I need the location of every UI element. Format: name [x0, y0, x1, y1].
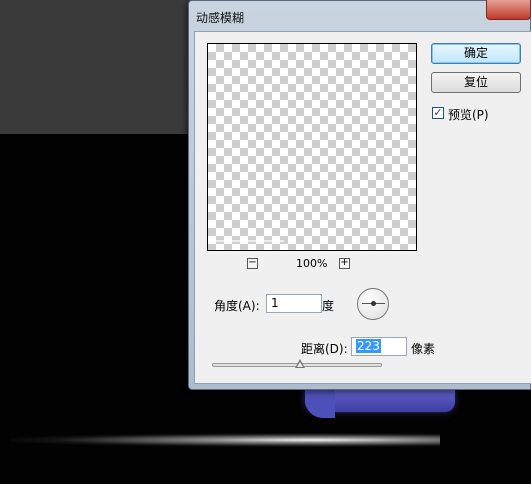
- reset-button[interactable]: 复位: [431, 72, 521, 93]
- distance-label: 距离(D):: [301, 342, 348, 356]
- preview-blur-mark: [214, 240, 284, 242]
- preview-zoom-level: 100%: [296, 257, 328, 270]
- angle-dial-center: [371, 301, 376, 306]
- motion-blur-dialog: 动感模糊 − 100% + 确定 复位 ✓ 预览(P) 角度(A): 1 度 距…: [188, 0, 531, 390]
- angle-unit: 度: [322, 299, 335, 313]
- distance-value: 223: [356, 339, 381, 353]
- dialog-body: − 100% + 确定 复位 ✓ 预览(P) 角度(A): 1 度 距离(D):…: [194, 31, 531, 384]
- distance-slider-thumb[interactable]: [295, 359, 306, 368]
- angle-dial[interactable]: [357, 288, 389, 320]
- dialog-titlebar[interactable]: 动感模糊: [189, 1, 530, 31]
- preview-checkbox[interactable]: ✓: [432, 107, 444, 119]
- motion-blur-streak: [10, 433, 440, 447]
- zoom-in-button[interactable]: +: [339, 258, 350, 269]
- ok-button[interactable]: 确定: [431, 43, 521, 64]
- dialog-title: 动感模糊: [196, 11, 245, 25]
- preview-canvas[interactable]: [207, 43, 417, 251]
- window-close-button[interactable]: [486, 0, 531, 20]
- preview-checkbox-label: 预览(P): [448, 108, 489, 122]
- distance-input[interactable]: 223: [351, 337, 407, 356]
- zoom-out-button[interactable]: −: [247, 258, 258, 269]
- angle-label: 角度(A):: [214, 299, 260, 313]
- angle-input[interactable]: 1: [266, 294, 322, 313]
- distance-unit: 像素: [411, 342, 436, 356]
